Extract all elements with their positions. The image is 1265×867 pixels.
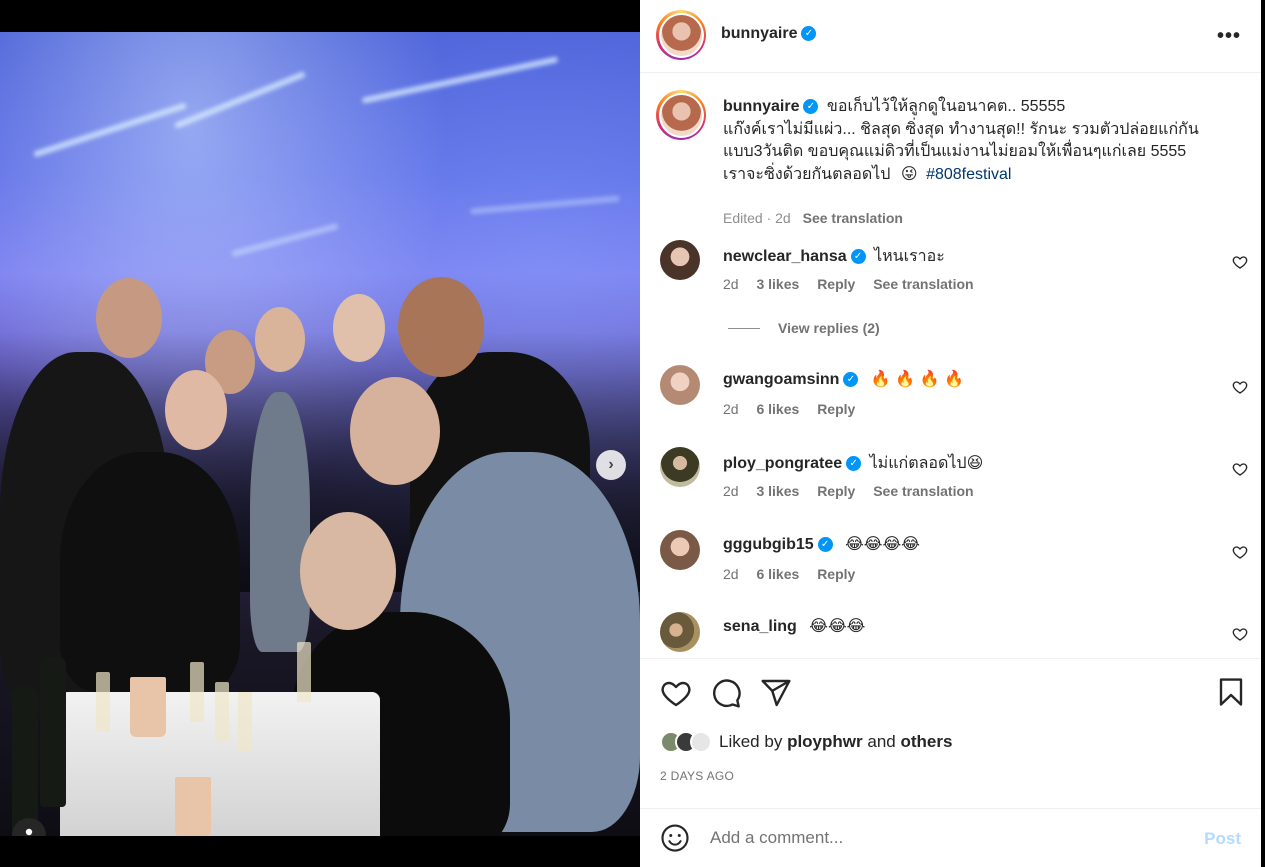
verified-badge-icon: ✓ [817,537,833,553]
commenter-avatar[interactable] [660,612,700,652]
liked-by-others[interactable]: others [900,732,952,751]
verified-badge-icon: ✓ [843,372,859,388]
commenter-avatar[interactable] [660,447,700,487]
post-actions: Liked by ployphwr and others 2 DAYS AGO [640,658,1261,808]
see-translation-button[interactable]: See translation [873,483,973,499]
chevron-right-icon: › [608,456,614,473]
comments-list[interactable]: bunnyaire ✓ ขอเก็บไว้ให้ลูกดูในอนาคต.. 55… [640,74,1261,658]
commenter-username[interactable]: gwangoamsinn [723,371,839,388]
comment-meta: 2d 6 likes Reply [723,401,869,417]
comment-time: 2d [723,483,739,499]
comment-meta: 2d 6 likes Reply [723,566,869,582]
author-username[interactable]: bunnyaire [721,25,797,42]
caption-line-4: เราจะซิ่งด้วยกันตลอดไป [723,165,891,183]
comment-item: ploy_pongratee ✓ ไม่แก่ตลอดไป😆 2d 3 likes… [660,447,1250,517]
reply-button[interactable]: Reply [817,483,855,499]
caption-line-1: ขอเก็บไว้ให้ลูกดูในอนาคต.. 55555 [826,98,1066,115]
heart-icon[interactable] [1232,254,1248,270]
reply-button[interactable]: Reply [817,276,855,292]
post-media: › [0,0,640,867]
heart-icon[interactable] [1232,461,1248,477]
liked-by-and: and [867,732,896,751]
view-replies-button[interactable]: View replies (2) [728,320,880,336]
commenter-username[interactable]: ploy_pongratee [723,455,842,472]
more-options-button[interactable]: ••• [1217,25,1241,48]
comment-likes[interactable]: 3 likes [756,276,799,292]
heart-icon[interactable] [1232,379,1248,395]
liker-avatar [690,731,712,753]
caption-username[interactable]: bunnyaire [723,98,799,115]
post-comment-button[interactable]: Post [1204,829,1241,849]
carousel-next-button[interactable]: › [596,450,626,480]
comment-item: sena_ling 😂😂😂 [660,612,1250,658]
comment-time: 2d [723,401,739,417]
verified-badge-icon: ✓ [803,99,819,115]
commenter-avatar[interactable] [660,365,700,405]
caption-line-3: แบบ3วันติด ขอบคุณแม่ดิวที่เป็นแม่งานไม่ย… [723,143,1187,160]
author-avatar[interactable] [656,10,706,60]
caption-emoji: 😜 [900,165,918,183]
verified-badge-icon: ✓ [801,26,817,42]
comment-body: newclear_hansa ✓ ไหนเราอะ [723,244,945,269]
comment-text: 🔥 🔥 🔥 🔥 [870,371,964,388]
reply-button[interactable]: Reply [817,566,855,582]
comment-likes[interactable]: 3 likes [756,483,799,499]
caption-meta: Edited · 2d See translation [723,210,903,226]
bookmark-icon[interactable] [1216,677,1246,707]
heart-icon[interactable] [1232,544,1248,560]
user-tag-icon [25,828,33,836]
comment-likes[interactable]: 6 likes [756,401,799,417]
comment-item: newclear_hansa ✓ ไหนเราอะ 2d 3 likes Repl… [660,240,1250,310]
reply-button[interactable]: Reply [817,401,855,417]
post-timestamp[interactable]: 2 DAYS AGO [660,769,734,783]
verified-badge-icon: ✓ [846,456,862,472]
add-comment-bar: Post [640,808,1261,867]
edited-timestamp: Edited · 2d [723,210,791,226]
comment-item: gggubgib15 ✓ 😂😂😂😂 2d 6 likes Reply [660,530,1250,600]
comment-body: gwangoamsinn ✓ 🔥 🔥 🔥 🔥 [723,369,964,389]
comment-time: 2d [723,276,739,292]
comment-likes[interactable]: 6 likes [756,566,799,582]
commenter-username[interactable]: gggubgib15 [723,536,814,553]
instagram-post-viewer: › bunnyaire ✓ ••• bunnyaire ✓ ขอเก็บไว้ใ… [0,0,1265,867]
liked-by-user[interactable]: ployphwr [787,732,863,751]
caption-author-avatar[interactable] [656,90,706,140]
comment-body: gggubgib15 ✓ 😂😂😂😂 [723,534,920,554]
comment-text: 😂😂😂 [809,618,866,635]
see-translation-button[interactable]: See translation [873,276,973,292]
verified-badge-icon: ✓ [850,249,866,265]
comment-text: ไหนเราอะ [874,248,945,265]
comment-item: gwangoamsinn ✓ 🔥 🔥 🔥 🔥 2d 6 likes Reply [660,365,1250,435]
comment-meta: 2d 3 likes Reply See translation [723,276,988,292]
heart-icon[interactable] [660,677,692,709]
view-replies-label: View replies (2) [778,320,880,336]
comment-text: 😂😂😂😂 [845,536,920,553]
comment-time: 2d [723,566,739,582]
caption-text: bunnyaire ✓ ขอเก็บไว้ให้ลูกดูในอนาคต.. 55… [723,96,1243,186]
commenter-avatar[interactable] [660,240,700,280]
post-photo[interactable]: › [0,32,640,836]
emoji-icon[interactable] [660,823,690,853]
caption-see-translation[interactable]: See translation [803,210,903,226]
more-icon: ••• [1216,25,1241,47]
comment-icon[interactable] [710,677,742,709]
caption-line-2: แก๊งค์เราไม่มีแผ่ว... ชิลสุด ซิ่งสุด ทำง… [723,120,1199,138]
commenter-username[interactable]: sena_ling [723,618,797,635]
comment-body: ploy_pongratee ✓ ไม่แก่ตลอดไป😆 [723,451,983,476]
post-details-panel: bunnyaire ✓ ••• bunnyaire ✓ ขอเก็บไว้ให้ลู… [640,0,1263,867]
commenter-username[interactable]: newclear_hansa [723,248,847,265]
share-icon[interactable] [760,677,792,709]
liked-by-row: Liked by ployphwr and others [660,731,952,753]
comment-body: sena_ling 😂😂😂 [723,616,865,636]
hashtag-link[interactable]: #808festival [926,166,1011,183]
comment-text: ไม่แก่ตลอดไป😆 [869,455,984,472]
heart-icon[interactable] [1232,626,1248,642]
comment-input[interactable] [710,823,1190,853]
commenter-avatar[interactable] [660,530,700,570]
post-header: bunnyaire ✓ ••• [640,0,1263,73]
comment-meta: 2d 3 likes Reply See translation [723,483,988,499]
author-name-row: bunnyaire ✓ [721,25,817,43]
liked-by-prefix: Liked by [719,732,783,751]
